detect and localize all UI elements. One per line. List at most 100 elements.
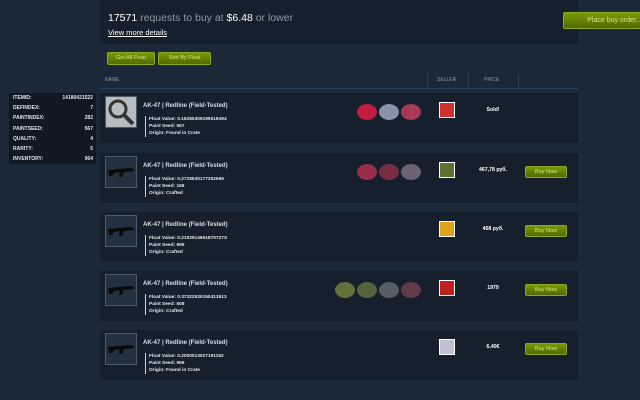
info-label: PAINTINDEX: — [13, 115, 45, 122]
info-value: 964 — [84, 156, 93, 163]
request-price: $6.48 — [226, 12, 253, 24]
info-value: 14180421522 — [62, 95, 93, 102]
info-value: 5 — [90, 146, 93, 153]
request-text: requests to buy at — [140, 12, 224, 24]
request-price-suffix: or lower — [255, 12, 294, 24]
listing-seed: Paint Seed: 995 — [149, 243, 185, 248]
sticker-icon[interactable] — [401, 104, 421, 120]
info-row: INVENTORY: 964 — [9, 154, 96, 164]
buy-order-bar: 17571 requests to buy at $6.48 or lower … — [100, 0, 640, 44]
listing-float: Float Value: 0.2729630177252665 — [149, 177, 224, 182]
buy-now-button[interactable]: Buy Now — [525, 343, 567, 355]
seller-avatar[interactable] — [439, 102, 455, 118]
seller-avatar[interactable] — [439, 162, 455, 178]
place-buy-order-button[interactable]: Place buy order... — [563, 12, 640, 29]
info-row: QUALITY: 4 — [9, 134, 96, 144]
sticker-icon[interactable] — [379, 282, 399, 298]
listing-name[interactable]: AK-47 | Redline (Field-Tested) — [143, 163, 228, 169]
listing-details: Float Value: 0.2000013027191162 Paint See… — [145, 353, 224, 374]
listing-origin: Origin: Found in Crate — [149, 131, 200, 136]
listing-name[interactable]: AK-47 | Redline (Field-Tested) — [143, 340, 228, 346]
request-count: 17571 — [108, 12, 138, 24]
name-column-header: NAME — [105, 77, 120, 83]
rifle-icon[interactable] — [105, 274, 137, 306]
listing-row: AK-47 | Redline (Field-Tested) Float Valu… — [100, 212, 578, 262]
listing-name[interactable]: AK-47 | Redline (Field-Tested) — [143, 281, 228, 287]
listing-details: Float Value: 0.2729630177252665 Paint See… — [145, 176, 224, 197]
view-more-details-link[interactable]: View more details — [108, 28, 167, 37]
listing-column-header: NAME SELLER PRICE — [100, 73, 578, 89]
sticker-icon[interactable] — [401, 164, 421, 180]
listing-details: Float Value: 0.16285309195518494 Paint Se… — [145, 116, 227, 137]
info-row: DEFINDEX: 7 — [9, 103, 96, 113]
seller-avatar[interactable] — [439, 221, 455, 237]
sticker-icon[interactable] — [357, 282, 377, 298]
listing-origin: Origin: Crafted — [149, 309, 183, 314]
info-label: INVENTORY: — [13, 156, 44, 163]
column-divider — [468, 73, 469, 88]
column-divider — [518, 73, 519, 88]
listing-row: AK-47 | Redline (Field-Tested) Float Valu… — [100, 330, 578, 380]
sticker-icon[interactable] — [379, 104, 399, 120]
magnifier-icon[interactable] — [105, 96, 137, 128]
listing-row: AK-47 | Redline (Field-Tested) Float Valu… — [100, 153, 578, 203]
buy-now-button[interactable]: Buy Now — [525, 284, 567, 296]
listing-name[interactable]: AK-47 | Redline (Field-Tested) — [143, 222, 228, 228]
listing-seed: Paint Seed: 508 — [149, 302, 185, 307]
sticker-icon[interactable] — [379, 164, 399, 180]
rifle-icon[interactable] — [105, 333, 137, 365]
listing-price: 1979 — [487, 285, 499, 291]
listing-row: AK-47 | Redline (Field-Tested) Float Valu… — [100, 93, 578, 143]
listing-seed: Paint Seed: 169 — [149, 184, 185, 189]
listing-price: 6,40€ — [486, 344, 500, 350]
sticker-icon[interactable] — [401, 282, 421, 298]
seller-avatar[interactable] — [439, 339, 455, 355]
info-value: 282 — [84, 115, 93, 122]
buy-requests-summary: 17571 requests to buy at $6.48 or lower — [108, 12, 293, 24]
price-column-header: PRICE — [484, 77, 500, 83]
info-label: RARITY: — [13, 146, 33, 153]
listing-float: Float Value: 0.37322530150413513 — [149, 295, 227, 300]
column-divider — [427, 73, 428, 88]
seller-avatar[interactable] — [439, 280, 455, 296]
info-value: 7 — [90, 105, 93, 112]
sticker-icon[interactable] — [357, 104, 377, 120]
listing-price: 468 руб. — [482, 226, 504, 232]
sticker-icon[interactable] — [357, 164, 377, 180]
listing-seed: Paint Seed: 567 — [149, 124, 185, 129]
item-info-panel: ITEMID: 14180421522 DEFINDEX: 7 PAINTINDEX: 2… — [9, 93, 96, 165]
listing-float: Float Value: 0.2193914651870727S — [149, 236, 228, 241]
info-label: QUALITY: — [13, 135, 37, 142]
info-row: RARITY: 5 — [9, 144, 96, 154]
listing-price: Sold! — [486, 107, 500, 113]
listing-origin: Origin: Crafted — [149, 250, 183, 255]
info-label: ITEMID: — [13, 95, 32, 102]
listing-float: Float Value: 0.2000013027191162 — [149, 354, 224, 359]
info-label: DEFINDEX: — [13, 105, 40, 112]
listing-origin: Origin: Found in Crate — [149, 368, 200, 373]
sticker-icon[interactable] — [335, 282, 355, 298]
info-row: ITEMID: 14180421522 — [9, 93, 96, 103]
info-label: PAINTSEED: — [13, 125, 43, 132]
rifle-icon[interactable] — [105, 156, 137, 188]
listing-row: AK-47 | Redline (Field-Tested) Float Valu… — [100, 271, 578, 321]
get-all-float-button[interactable]: Get All Float — [107, 52, 155, 65]
listing-name[interactable]: AK-47 | Redline (Field-Tested) — [143, 103, 228, 109]
listing-origin: Origin: Crafted — [149, 191, 183, 196]
listing-seed: Paint Seed: 959 — [149, 361, 185, 366]
listing-price: 467,78 руб. — [479, 167, 507, 173]
sticker-list — [335, 279, 421, 301]
listing-float: Float Value: 0.16285309195518494 — [149, 117, 227, 122]
info-value: 567 — [84, 125, 93, 132]
seller-column-header: SELLER — [437, 77, 457, 83]
info-value: 4 — [90, 135, 93, 142]
sticker-list — [357, 161, 421, 183]
sort-by-float-button[interactable]: Sort By Float — [158, 52, 211, 65]
sticker-list — [357, 101, 421, 123]
rifle-icon[interactable] — [105, 215, 137, 247]
listing-details: Float Value: 0.37322530150413513 Paint Se… — [145, 294, 227, 315]
buy-now-button[interactable]: Buy Now — [525, 225, 567, 237]
listing-details: Float Value: 0.2193914651870727S Paint Se… — [145, 235, 227, 256]
info-row: PAINTINDEX: 282 — [9, 113, 96, 123]
buy-now-button[interactable]: Buy Now — [525, 166, 567, 178]
